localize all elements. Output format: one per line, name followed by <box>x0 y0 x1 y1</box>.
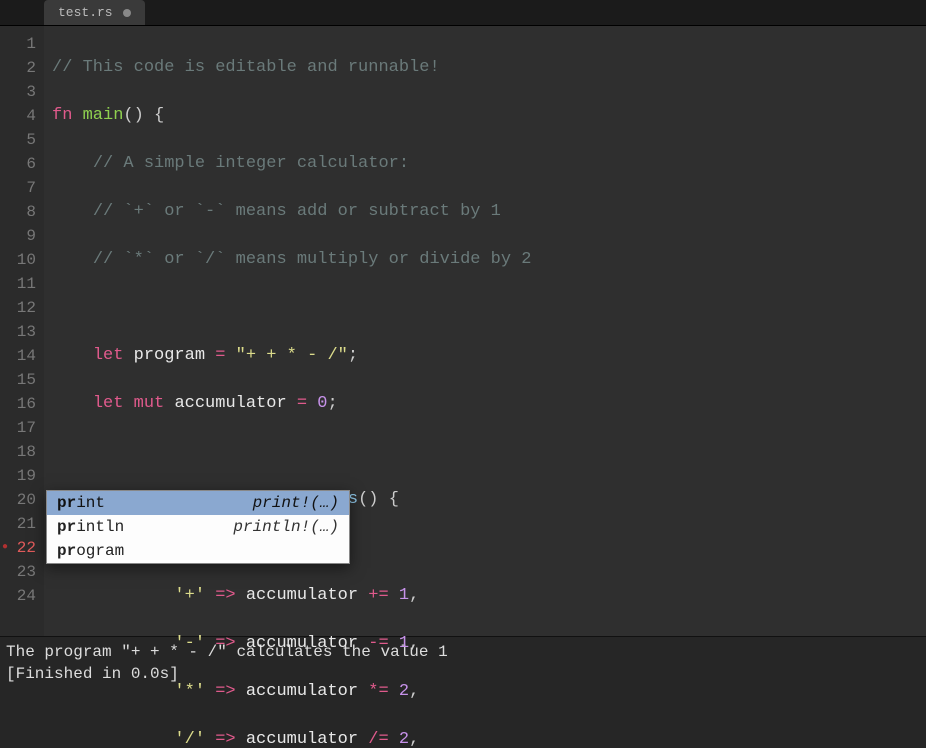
operator: /= <box>368 730 388 748</box>
autocomplete-hint: print!(…) <box>253 491 339 515</box>
function-name: main <box>83 106 124 125</box>
keyword: fn <box>52 106 72 125</box>
autocomplete-label: print <box>57 491 105 515</box>
line-number: 3 <box>0 80 36 104</box>
operator: => <box>215 682 235 701</box>
dirty-indicator-icon <box>123 9 131 17</box>
line-number: 24 <box>0 584 36 608</box>
operator: += <box>368 586 388 605</box>
line-number: 11 <box>0 272 36 296</box>
comment-text: // `+` or `-` means add or subtract by 1 <box>93 202 501 221</box>
line-number: 20 <box>0 488 36 512</box>
variable: accumulator <box>174 394 286 413</box>
operator: -= <box>368 634 388 653</box>
char-literal: '-' <box>174 634 205 653</box>
autocomplete-hint: println!(…) <box>233 515 339 539</box>
line-number: 4 <box>0 104 36 128</box>
line-number: 17 <box>0 416 36 440</box>
code-line[interactable]: let mut accumulator = 0; <box>52 392 926 416</box>
variable: accumulator <box>246 634 358 653</box>
file-tab[interactable]: test.rs <box>44 0 145 25</box>
punctuation: () { <box>123 106 164 125</box>
operator: *= <box>368 682 388 701</box>
char-literal: '*' <box>174 682 205 701</box>
line-number: 12 <box>0 296 36 320</box>
code-line[interactable]: let program = "+ + * - /"; <box>52 344 926 368</box>
line-number: 7 <box>0 176 36 200</box>
variable: accumulator <box>246 586 358 605</box>
line-number: 10 <box>0 248 36 272</box>
line-number: 23 <box>0 560 36 584</box>
line-number: 2 <box>0 56 36 80</box>
code-line[interactable]: '+' => accumulator += 1, <box>52 584 926 608</box>
file-tab-title: test.rs <box>58 5 113 20</box>
autocomplete-item[interactable]: print print!(…) <box>47 491 349 515</box>
autocomplete-item[interactable]: program <box>47 539 349 563</box>
line-number: 18 <box>0 440 36 464</box>
line-number: 14 <box>0 344 36 368</box>
line-number: 21 <box>0 512 36 536</box>
char-literal: '/' <box>174 730 205 748</box>
operator: => <box>215 634 235 653</box>
autocomplete-label: println <box>57 515 124 539</box>
comment-text: // `*` or `/` means multiply or divide b… <box>93 250 532 269</box>
operator: => <box>215 586 235 605</box>
punctuation: () { <box>358 490 399 509</box>
punctuation: , <box>409 682 419 701</box>
line-number-gutter: 1 2 3 4 5 6 7 8 9 10 11 12 13 14 15 16 1… <box>0 26 44 636</box>
tab-bar: test.rs <box>0 0 926 26</box>
code-line[interactable]: fn main() { <box>52 104 926 128</box>
line-number: 5 <box>0 128 36 152</box>
punctuation: , <box>409 634 419 653</box>
line-number: 1 <box>0 32 36 56</box>
line-number: 8 <box>0 200 36 224</box>
keyword: mut <box>134 394 165 413</box>
comment-text: // A simple integer calculator: <box>93 154 409 173</box>
line-number: 6 <box>0 152 36 176</box>
operator: = <box>297 394 307 413</box>
line-number: 15 <box>0 368 36 392</box>
code-line[interactable]: // `*` or `/` means multiply or divide b… <box>52 248 926 272</box>
operator: => <box>215 730 235 748</box>
code-line[interactable]: // `+` or `-` means add or subtract by 1 <box>52 200 926 224</box>
code-line[interactable]: '-' => accumulator -= 1, <box>52 632 926 656</box>
punctuation: ; <box>327 394 337 413</box>
code-line[interactable]: '/' => accumulator /= 2, <box>52 728 926 748</box>
code-line[interactable]: // A simple integer calculator: <box>52 152 926 176</box>
number-literal: 1 <box>399 634 409 653</box>
string-literal: "+ + * - /" <box>236 346 348 365</box>
comment-text: // This code is editable and runnable! <box>52 58 440 77</box>
code-line[interactable]: // This code is editable and runnable! <box>52 56 926 80</box>
char-literal: '+' <box>174 586 205 605</box>
number-literal: 2 <box>399 682 409 701</box>
punctuation: , <box>409 586 419 605</box>
line-number: 19 <box>0 464 36 488</box>
variable: accumulator <box>246 730 358 748</box>
line-number: 13 <box>0 320 36 344</box>
keyword: let <box>93 394 124 413</box>
number-literal: 1 <box>399 586 409 605</box>
number-literal: 0 <box>317 394 327 413</box>
tab-bar-spacer <box>0 0 44 25</box>
code-editor[interactable]: 1 2 3 4 5 6 7 8 9 10 11 12 13 14 15 16 1… <box>0 26 926 636</box>
variable: accumulator <box>246 682 358 701</box>
punctuation: ; <box>348 346 358 365</box>
autocomplete-label: program <box>57 539 124 563</box>
variable: program <box>134 346 205 365</box>
code-line[interactable]: '*' => accumulator *= 2, <box>52 680 926 704</box>
keyword: let <box>93 346 124 365</box>
number-literal: 2 <box>399 730 409 748</box>
autocomplete-popup[interactable]: print print!(…) println println!(…) prog… <box>46 490 350 564</box>
operator: = <box>215 346 225 365</box>
code-line[interactable] <box>52 440 926 464</box>
line-number: 9 <box>0 224 36 248</box>
line-number: 16 <box>0 392 36 416</box>
punctuation: , <box>409 730 419 748</box>
line-number-error: 22 <box>0 536 36 560</box>
autocomplete-item[interactable]: println println!(…) <box>47 515 349 539</box>
code-line[interactable] <box>52 296 926 320</box>
